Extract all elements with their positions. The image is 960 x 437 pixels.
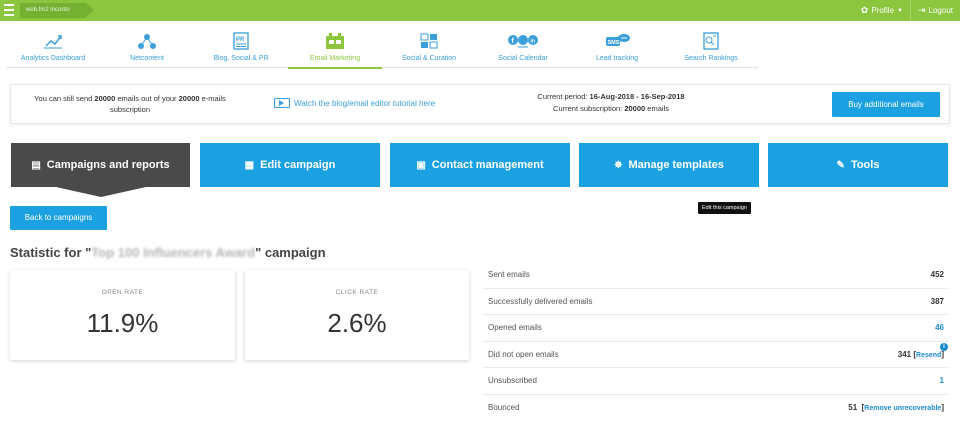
period-value: 16-Aug-2018 - 16-Sep-2018	[589, 92, 685, 101]
remaining-emails-text: You can still send 20000 emails out of y…	[34, 94, 226, 114]
user-gear-icon: ✿	[860, 5, 869, 15]
logout-label: Logout	[928, 6, 953, 15]
nav-email-marketing[interactable]: Email Marketing	[288, 29, 382, 69]
top-bar: web.fm2 inconto ✿ Profile ▼ ⇥ Logout	[0, 0, 960, 21]
nav-label: Search Rankings	[684, 55, 738, 62]
nav-social-curation[interactable]: Social & Curation	[382, 29, 476, 68]
nav-label: Social Calendar	[498, 55, 548, 62]
search-rankings-icon	[703, 32, 719, 50]
campaign-name: Top 100 Influencers Award	[91, 245, 256, 260]
back-to-campaigns-button[interactable]: Back to campaigns	[10, 206, 107, 230]
click-rate-label: CLICK RATE	[335, 289, 379, 296]
delivered-emails-value: 387	[930, 296, 944, 306]
action-tabs: ▤ Campaigns and reports ▦ Edit campaign …	[11, 143, 948, 197]
analytics-icon	[44, 35, 62, 49]
profile-menu-button[interactable]: ✿ Profile ▼	[854, 0, 910, 21]
edit-campaign-tooltip: Edit this campaign	[698, 202, 751, 214]
sms-icon: SMS	[606, 34, 630, 46]
subscription-value: 20000	[624, 104, 646, 113]
click-rate-card: CLICK RATE 2.6%	[245, 270, 469, 360]
curation-icon	[420, 33, 438, 49]
stat-row-unsubscribed: Unsubscribed 1	[483, 368, 948, 395]
module-nav: Analytics Dashboard Netcontent PR Blog, …	[6, 29, 758, 69]
campaign-stats-table: Sent emails 452 Successfully delivered e…	[483, 262, 948, 420]
hamburger-menu-icon[interactable]	[4, 4, 14, 16]
svg-text:SMS: SMS	[608, 40, 620, 46]
tab-contact-management[interactable]: ▣ Contact management	[390, 143, 570, 187]
remove-unrecoverable-link[interactable]: Remove unrecoverable	[864, 405, 941, 412]
profile-label: Profile	[871, 6, 895, 15]
opened-emails-link[interactable]: 46	[935, 323, 944, 332]
social-networks-icon: f in	[508, 35, 538, 48]
click-rate-value: 2.6%	[327, 308, 387, 338]
subscription-total: 20000	[178, 94, 200, 103]
email-icon	[326, 33, 344, 49]
nav-search-rankings[interactable]: Search Rankings	[664, 29, 758, 68]
pr-document-icon: PR	[233, 32, 249, 50]
tab-edit-campaign[interactable]: ▦ Edit campaign	[200, 143, 380, 187]
nav-label: Netcontent	[130, 55, 164, 62]
logout-icon: ⇥	[917, 5, 926, 15]
campaigns-icon: ▤	[31, 159, 41, 171]
nav-analytics-dashboard[interactable]: Analytics Dashboard	[6, 29, 100, 68]
nav-lead-tracking[interactable]: SMS Lead tracking	[570, 29, 664, 68]
sent-emails-value: 452	[930, 270, 944, 279]
nav-label: Social & Curation	[401, 55, 457, 62]
tutorial-link[interactable]: Watch the blog/email editor tutorial her…	[274, 98, 435, 108]
stat-row-bounced: Bounced 51 [Remove unrecoverable]	[488, 402, 944, 412]
logout-button[interactable]: ⇥ Logout	[909, 0, 960, 21]
svg-text:PR: PR	[236, 37, 245, 43]
stat-row-not-opened: Did not open emails i 341 [Resend]	[483, 342, 948, 368]
buy-additional-emails-button[interactable]: Buy additional emails	[832, 92, 940, 117]
open-rate-label: OPEN RATE	[101, 289, 144, 296]
nav-label: Analytics Dashboard	[20, 55, 86, 62]
contacts-icon: ▣	[416, 159, 426, 171]
stat-row-delivered: Successfully delivered emails 387	[483, 289, 948, 315]
svg-text:in: in	[531, 39, 535, 45]
breadcrumb[interactable]: web.fm2 inconto	[20, 3, 94, 18]
unsubscribed-link[interactable]: 1	[940, 376, 944, 385]
resend-link[interactable]: Resend	[916, 352, 941, 359]
gear-icon: ✸	[614, 159, 623, 171]
network-icon	[138, 34, 156, 49]
tab-manage-templates[interactable]: ✸ Manage templates	[579, 143, 759, 187]
not-opened-value: 341 [Resend]	[897, 349, 944, 359]
nav-label: Lead tracking	[595, 55, 639, 62]
video-icon	[274, 98, 290, 108]
nav-netcontent[interactable]: Netcontent	[100, 29, 194, 68]
open-rate-card: OPEN RATE 11.9%	[10, 270, 235, 360]
tutorial-link-text: Watch the blog/email editor tutorial her…	[294, 98, 436, 108]
page-title: Statistic for "Top 100 Influencers Award…	[10, 245, 326, 260]
period-info: Current period: 16-Aug-2018 - 16-Sep-201…	[537, 92, 685, 113]
open-rate-value: 11.9%	[86, 308, 159, 338]
remaining-count: 20000	[94, 94, 116, 103]
edit-campaign-icon: ▦	[244, 159, 255, 171]
chevron-down-icon: ▼	[897, 7, 903, 14]
stat-row-sent: Sent emails 452	[483, 262, 948, 289]
nav-blog-social-pr[interactable]: PR Blog, Social & PR	[194, 29, 288, 68]
wrench-icon: ✎	[836, 159, 845, 171]
nav-label: Blog, Social & PR	[213, 55, 269, 62]
bounced-value: 51 [Remove unrecoverable]	[848, 402, 944, 412]
nav-social-calendar[interactable]: f in Social Calendar	[476, 29, 570, 68]
nav-label: Email Marketing	[309, 55, 361, 62]
tab-tools[interactable]: ✎ Tools	[768, 143, 948, 187]
subscription-banner: You can still send 20000 emails out of y…	[10, 84, 950, 124]
stat-row-opened: Opened emails 46	[483, 315, 948, 342]
tab-campaigns-and-reports[interactable]: ▤ Campaigns and reports	[11, 143, 190, 197]
